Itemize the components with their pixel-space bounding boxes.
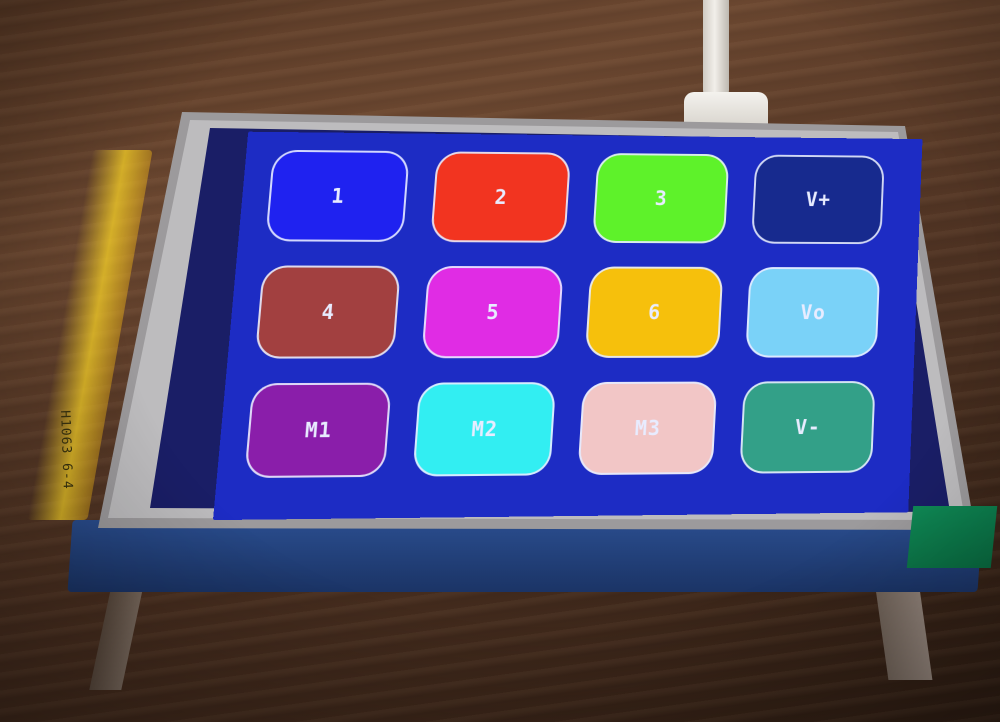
keypad-button-m2[interactable]: M2 — [412, 382, 557, 477]
keypad-button-label: 1 — [330, 183, 346, 208]
keypad-button-label: V+ — [805, 187, 832, 212]
keypad-button-4[interactable]: 4 — [254, 265, 401, 359]
keypad-button-5[interactable]: 5 — [421, 265, 564, 359]
keypad-button-1[interactable]: 1 — [265, 149, 410, 242]
keypad-button-6[interactable]: 6 — [584, 266, 724, 358]
flex-cable-label: H1063 6-4 — [57, 410, 75, 490]
keypad-button-label: M2 — [470, 416, 499, 442]
keypad-button-label: 2 — [493, 185, 509, 209]
keypad-button-2[interactable]: 2 — [430, 151, 572, 243]
keypad-button-vo[interactable]: Vo — [745, 267, 881, 358]
keypad-button-label: 6 — [647, 300, 662, 324]
keypad-button-vminus[interactable]: V- — [739, 381, 876, 474]
keypad-button-label: 4 — [320, 299, 337, 325]
protective-film-tab — [906, 506, 998, 568]
keypad-button-label: 3 — [654, 186, 669, 210]
keypad-button-label: M1 — [303, 417, 334, 443]
keypad-button-3[interactable]: 3 — [592, 152, 730, 244]
keypad-button-label: Vo — [800, 300, 827, 324]
touchscreen-display: 1 2 3 V+ 4 5 6 Vo M1 M2 M3 V- — [212, 131, 923, 521]
keypad-button-m3[interactable]: M3 — [577, 381, 718, 476]
keypad-button-label: 5 — [485, 300, 501, 325]
keypad-button-vplus[interactable]: V+ — [751, 154, 885, 245]
keypad-button-label: V- — [794, 414, 822, 440]
keypad-button-label: M3 — [634, 415, 662, 441]
keypad-button-m1[interactable]: M1 — [244, 382, 392, 479]
